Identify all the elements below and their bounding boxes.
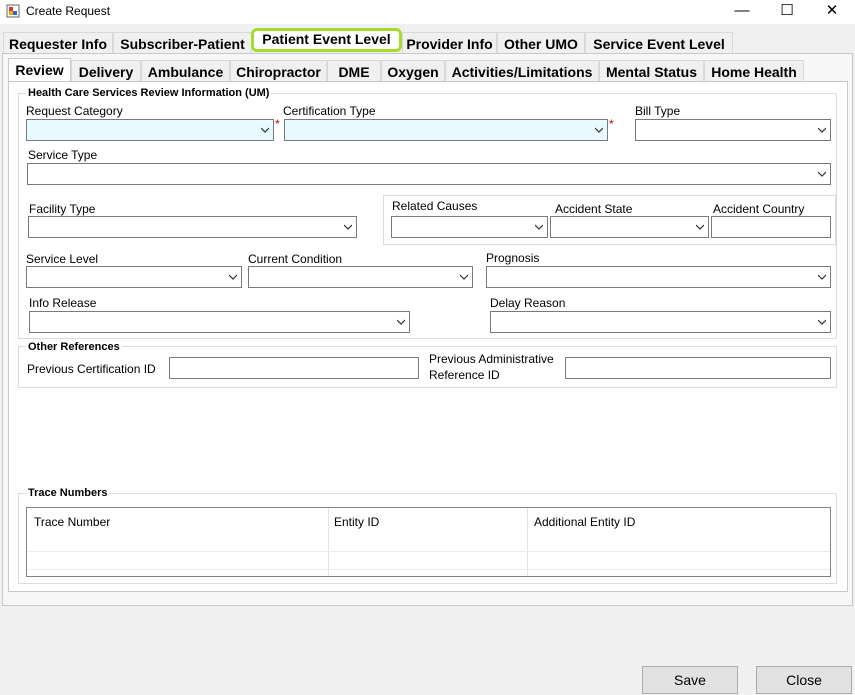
info-release-label: Info Release [29,296,97,310]
column-header-trace-number[interactable]: Trace Number [34,515,110,529]
chevron-down-icon [229,274,237,280]
previous-certification-id-label: Previous Certification ID [27,362,156,376]
trace-numbers-group-title: Trace Numbers [26,487,110,499]
tab-service-event-level[interactable]: Service Event Level [585,32,733,54]
chevron-down-icon [595,127,603,133]
chevron-down-icon [818,127,826,133]
prognosis-select[interactable] [486,266,831,288]
minimize-button[interactable]: — [719,0,765,24]
accident-country-input[interactable] [711,216,831,238]
column-header-additional-entity-id[interactable]: Additional Entity ID [534,515,635,529]
title-bar: Create Request — ☐ ✕ [0,0,855,24]
bill-type-label: Bill Type [635,104,681,118]
info-release-select[interactable] [29,311,410,333]
chevron-down-icon [818,171,826,177]
tab-other-umo[interactable]: Other UMO [497,32,585,54]
subtab-home-health[interactable]: Home Health [704,60,804,82]
subtab-review[interactable]: Review [8,58,71,82]
chevron-down-icon [460,274,468,280]
delay-reason-label: Delay Reason [490,296,566,310]
column-divider [328,508,329,576]
previous-admin-ref-label-line2: Reference ID [429,368,500,382]
review-info-group-title: Health Care Services Review Information … [26,87,272,99]
chevron-down-icon [397,319,405,325]
certification-type-select[interactable] [284,119,608,141]
row-divider [27,569,830,570]
subtab-chiropractor[interactable]: Chiropractor [230,60,327,82]
required-marker: * [275,117,280,131]
subtab-oxygen[interactable]: Oxygen [381,60,445,82]
tab-patient-event-level[interactable]: Patient Event Level [251,28,402,52]
tab-subscriber-patient[interactable]: Subscriber-Patient [113,32,252,54]
previous-admin-ref-input[interactable] [565,357,831,379]
chevron-down-icon [261,127,269,133]
prognosis-label: Prognosis [486,251,540,265]
delay-reason-select[interactable] [490,311,831,333]
chevron-down-icon [696,224,704,230]
related-causes-label: Related Causes [392,199,478,213]
save-button[interactable]: Save [642,666,738,694]
close-button[interactable]: Close [756,666,852,694]
maximize-button[interactable]: ☐ [764,0,810,24]
chevron-down-icon [344,224,352,230]
facility-type-select[interactable] [28,216,357,238]
subtab-activities-limitations[interactable]: Activities/Limitations [445,60,599,82]
accident-country-label: Accident Country [713,202,805,216]
service-level-label: Service Level [26,252,99,266]
bill-type-select[interactable] [635,119,831,141]
app-icon [6,4,20,18]
facility-type-label: Facility Type [29,202,96,216]
service-type-label: Service Type [28,148,98,162]
accident-state-label: Accident State [555,202,633,216]
subtab-ambulance[interactable]: Ambulance [141,60,230,82]
column-header-entity-id[interactable]: Entity ID [334,515,379,529]
service-level-select[interactable] [26,266,242,288]
chevron-down-icon [818,274,826,280]
accident-state-select[interactable] [550,216,709,238]
other-references-group-title: Other References [26,341,122,353]
previous-admin-ref-label-line1: Previous Administrative [429,352,554,366]
current-condition-select[interactable] [248,266,473,288]
chevron-down-icon [818,319,826,325]
chevron-down-icon [535,224,543,230]
tab-provider-info[interactable]: Provider Info [402,32,497,54]
column-divider [527,508,528,576]
request-category-label: Request Category [26,104,123,118]
previous-certification-id-input[interactable] [169,357,419,379]
certification-type-label: Certification Type [283,104,376,118]
current-condition-label: Current Condition [248,252,343,266]
row-divider [27,551,830,552]
related-causes-select[interactable] [391,216,548,238]
close-window-button[interactable]: ✕ [809,0,855,24]
required-marker: * [609,117,614,131]
subtab-delivery[interactable]: Delivery [71,60,141,82]
trace-numbers-grid[interactable]: Trace Number Entity ID Additional Entity… [26,507,831,577]
tab-requester-info[interactable]: Requester Info [3,32,113,54]
subtab-dme[interactable]: DME [327,60,381,82]
request-category-select[interactable] [26,119,274,141]
service-type-select[interactable] [27,163,831,185]
window-title: Create Request [26,4,111,18]
subtab-mental-status[interactable]: Mental Status [599,60,704,82]
